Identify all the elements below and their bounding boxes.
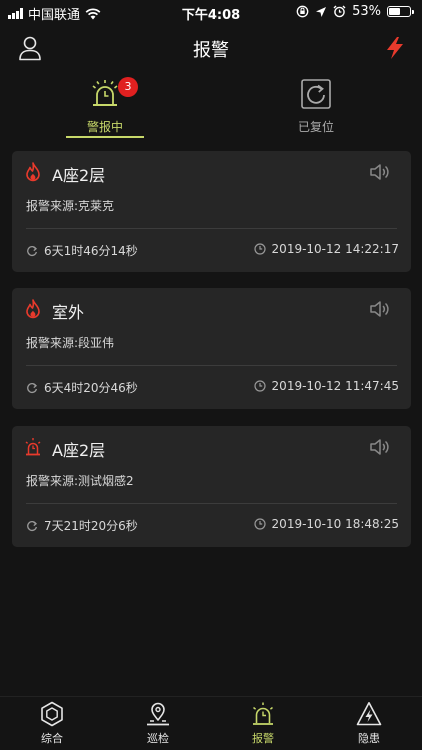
refresh-icon (27, 382, 38, 393)
status-right: 53% (296, 4, 414, 19)
alarm-card[interactable]: 室外 报警来源:段亚伟 6天4时20分46秒 2019-10-12 11:47:… (12, 288, 411, 409)
map-pin-icon (147, 702, 169, 726)
card-divider (26, 365, 397, 366)
tab-indicator (66, 136, 144, 138)
timestamp-text: 2019-10-12 14:22:17 (271, 242, 399, 256)
fire-icon (26, 162, 40, 182)
refresh-icon (27, 245, 38, 256)
fire-icon (26, 299, 40, 319)
tabbar-label: 隐患 (358, 732, 380, 745)
alarm-duration: 6天4时20分46秒 (26, 379, 138, 396)
tabbar-label: 综合 (41, 732, 63, 745)
alarm-card[interactable]: A座2层 报警来源:克莱克 6天1时46分14秒 2019-10-12 14:2… (12, 151, 411, 272)
battery-icon (387, 6, 414, 17)
alarm-source-name: 测试烟感2 (78, 474, 134, 488)
rotation-lock-icon (296, 5, 309, 18)
alarm-timestamp: 2019-10-12 14:22:17 (253, 242, 399, 256)
refresh-icon (27, 520, 38, 531)
alarm-timestamp: 2019-10-12 11:47:45 (253, 379, 399, 393)
tab-active-alarms[interactable]: 3 警报中 (50, 72, 160, 140)
page-title: 报警 (193, 40, 229, 61)
alarm-duration: 6天1时46分14秒 (26, 242, 138, 259)
alarm-count-badge: 3 (118, 77, 138, 97)
duration-text: 7天21时20分6秒 (44, 519, 138, 533)
alarm-location: 室外 (52, 303, 85, 322)
tab-label: 已复位 (297, 120, 334, 134)
alarm-location: A座2层 (52, 166, 106, 185)
alarm-light-icon (92, 80, 118, 106)
alarm-light-icon (25, 438, 41, 456)
alarm-timestamp: 2019-10-10 18:48:25 (253, 517, 399, 531)
alarm-source: 报警来源:测试烟感2 (26, 474, 134, 488)
speaker-icon[interactable] (369, 437, 391, 457)
reset-icon (301, 79, 331, 109)
timestamp-text: 2019-10-12 11:47:45 (271, 379, 399, 393)
tabbar-label: 报警 (252, 732, 274, 745)
alarm-source-name: 段亚伟 (78, 336, 115, 350)
alarm-clock-icon (333, 5, 346, 18)
bottom-tab-bar: 综合 巡检 报警 隐患 (0, 696, 422, 750)
clock-icon (253, 243, 266, 255)
tabbar-item-hazard[interactable]: 隐患 (339, 701, 399, 749)
tab-label: 警报中 (86, 120, 123, 134)
hazard-icon (356, 702, 382, 726)
card-divider (26, 228, 397, 229)
nav-bar: 报警 (0, 26, 422, 70)
alarm-light-icon (253, 702, 273, 725)
location-icon (316, 6, 327, 17)
alarm-location: A座2层 (52, 441, 106, 460)
hexagon-icon (41, 701, 63, 727)
alarm-source: 报警来源:克莱克 (26, 199, 115, 213)
alarm-tabs: 3 警报中 已复位 (0, 72, 422, 142)
speaker-icon[interactable] (369, 299, 391, 319)
tabbar-item-patrol[interactable]: 巡检 (128, 701, 188, 749)
clock-icon (253, 380, 266, 392)
tabbar-item-overview[interactable]: 综合 (22, 701, 82, 749)
timestamp-text: 2019-10-10 18:48:25 (271, 517, 399, 531)
tabbar-item-alarm[interactable]: 报警 (233, 701, 293, 749)
card-divider (26, 503, 397, 504)
alarm-source-name: 克莱克 (78, 199, 115, 213)
tab-reset[interactable]: 已复位 (261, 72, 371, 140)
alarm-card[interactable]: A座2层 报警来源:测试烟感2 7天21时20分6秒 2019-10-10 18… (12, 426, 411, 547)
lightning-icon[interactable] (384, 36, 406, 60)
clock-icon (253, 518, 266, 530)
speaker-icon[interactable] (369, 162, 391, 182)
status-bar: 中国联通 下午4:08 53% (0, 0, 422, 24)
alarm-duration: 7天21时20分6秒 (26, 517, 138, 534)
duration-text: 6天1时46分14秒 (44, 244, 138, 258)
battery-percent: 53% (352, 4, 381, 19)
duration-text: 6天4时20分46秒 (44, 381, 138, 395)
alarm-source: 报警来源:段亚伟 (26, 336, 115, 350)
tabbar-label: 巡检 (147, 732, 169, 745)
